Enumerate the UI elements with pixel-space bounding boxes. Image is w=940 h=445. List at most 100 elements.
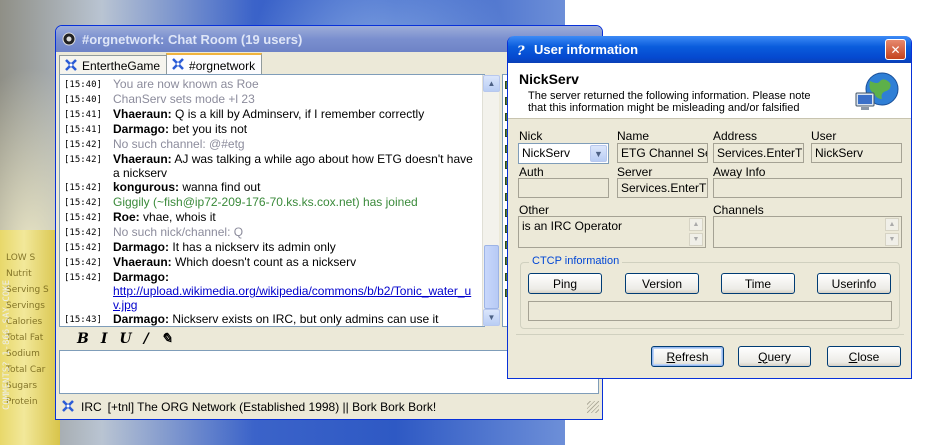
message-text: No such channel: @#etg xyxy=(113,137,245,151)
auth-field[interactable] xyxy=(518,178,609,198)
query-button[interactable]: Query xyxy=(738,346,811,367)
dialog-header: NickServ The server returned the followi… xyxy=(508,63,911,119)
pen-icon[interactable]: ✎ xyxy=(161,331,173,347)
message-nick[interactable]: Vhaeraun: xyxy=(113,152,172,166)
chat-line: [15:40] ChanServ sets mode +l 23 xyxy=(64,92,480,107)
bold-button[interactable]: B xyxy=(77,331,89,347)
message-text: It has a nickserv its admin only xyxy=(172,240,336,254)
timestamp: [15:42] xyxy=(64,183,102,193)
message-nick[interactable]: Darmago: xyxy=(113,270,169,284)
tab-orgnetwork[interactable]: #orgnetwork xyxy=(166,53,263,76)
dialog-titlebar[interactable]: ? User information ✕ xyxy=(508,36,911,63)
server-field[interactable]: Services.EnterTh xyxy=(617,178,708,198)
message-text: No such nick/channel: Q xyxy=(113,225,244,239)
timestamp: [15:42] xyxy=(64,198,102,208)
away-field[interactable] xyxy=(713,178,902,198)
close-icon[interactable]: ✕ xyxy=(885,39,906,60)
channels-field[interactable]: ▲ ▼ xyxy=(713,216,902,248)
timestamp: [15:40] xyxy=(64,80,102,90)
channels-scrollbar[interactable]: ▲ ▼ xyxy=(885,217,901,247)
chat-line: [15:42] No such channel: @#etg xyxy=(64,137,480,152)
ctcp-group-title: CTCP information xyxy=(529,255,623,267)
message-link[interactable]: http://upload.wikimedia.org/wikipedia/co… xyxy=(113,284,471,312)
message-nick[interactable]: Darmago: xyxy=(113,122,169,136)
scroll-up-icon[interactable]: ▲ xyxy=(483,75,500,92)
time-button[interactable]: Time xyxy=(721,273,795,294)
address-label: Address xyxy=(713,129,758,143)
dialog-notice: The server returned the following inform… xyxy=(528,90,811,114)
ping-button[interactable]: Ping xyxy=(528,273,602,294)
name-field[interactable]: ETG Channel Ser xyxy=(617,143,708,163)
server-label: Server xyxy=(617,165,653,179)
svg-text:?: ? xyxy=(517,44,525,57)
tab-label: EntertheGame xyxy=(82,59,161,73)
auth-label: Auth xyxy=(519,165,544,179)
other-scrollbar[interactable]: ▲ ▼ xyxy=(689,217,705,247)
ctcp-group: CTCP information Ping Version Time Useri… xyxy=(520,255,900,329)
timestamp: [15:41] xyxy=(64,110,102,120)
close-button[interactable]: Close xyxy=(827,346,901,367)
chevron-down-icon[interactable]: ▼ xyxy=(590,145,607,162)
chat-log-scrollbar[interactable]: ▲ ▼ xyxy=(482,75,500,326)
other-value: is an IRC Operator xyxy=(522,219,623,233)
tab-enterthegame[interactable]: EntertheGame xyxy=(59,55,168,76)
message-text: vhae, whois it xyxy=(143,210,216,224)
network-globe-icon xyxy=(852,69,900,118)
message-text: bet you its not xyxy=(172,122,248,136)
message-nick[interactable]: Roe: xyxy=(113,210,140,224)
away-label: Away Info xyxy=(713,165,766,179)
chat-line: [15:42] Vhaeraun: Which doesn't count as … xyxy=(64,255,480,270)
channel-icon xyxy=(171,57,185,74)
message-text: You are now known as Roe xyxy=(113,77,259,91)
timestamp: [15:42] xyxy=(64,273,102,283)
refresh-button[interactable]: Refresh xyxy=(651,346,724,367)
user-field[interactable]: NickServ xyxy=(811,143,902,163)
message-nick[interactable]: kongurous: xyxy=(113,180,179,194)
chat-log[interactable]: [15:40] You are now known as Roe [15:40] C… xyxy=(59,74,485,327)
chat-line: [15:42] kongurous: wanna find out xyxy=(64,180,480,195)
nick-select-value: NickServ xyxy=(522,146,571,160)
server-icon xyxy=(64,58,78,75)
queried-nick: NickServ xyxy=(519,71,579,87)
chat-line: [15:42] Roe: vhae, whois it xyxy=(64,210,480,225)
message-nick[interactable]: Vhaeraun: xyxy=(113,255,172,269)
userinfo-button[interactable]: Userinfo xyxy=(817,273,891,294)
bottle-side-text: COMMENTS? 1-866-SAY-COKE xyxy=(2,280,12,411)
timestamp: [15:41] xyxy=(64,125,102,135)
italic-button[interactable]: I xyxy=(101,331,108,347)
version-button[interactable]: Version xyxy=(625,273,699,294)
channel-tabs: EntertheGame #orgnetwork xyxy=(59,53,263,76)
user-label: User xyxy=(811,129,837,143)
timestamp: [15:42] xyxy=(64,213,102,223)
underline-button[interactable]: U xyxy=(119,331,131,347)
message-text: Q is a kill by Adminserv, if I remember … xyxy=(175,107,425,121)
nick-select[interactable]: NickServ ▼ xyxy=(518,143,609,164)
name-label: Name xyxy=(617,129,650,143)
timestamp: [15:42] xyxy=(64,228,102,238)
message-nick[interactable]: Darmago: xyxy=(113,240,169,254)
status-bar: IRC [+tnl] The ORG Network (Established … xyxy=(59,397,599,417)
chat-line: [15:41] Darmago: bet you its not xyxy=(64,122,480,137)
user-info-dialog: ? User information ✕ NickServ The server… xyxy=(507,36,912,379)
message-nick[interactable]: Vhaeraun: xyxy=(113,107,172,121)
timestamp: [15:42] xyxy=(64,140,102,150)
help-icon: ? xyxy=(514,43,528,57)
resize-grip-icon[interactable] xyxy=(587,401,599,413)
timestamp: [15:43] xyxy=(64,315,102,325)
scroll-down-icon[interactable]: ▼ xyxy=(483,309,500,326)
address-field[interactable]: Services.EnterTh xyxy=(713,143,804,163)
other-field[interactable]: is an IRC Operator ▲ ▼ xyxy=(518,216,706,248)
message-text: wanna find out xyxy=(182,180,261,194)
tab-label: #orgnetwork xyxy=(189,58,256,73)
chat-line: [15:42] Giggily (~fish@ip72-209-176-70.ks… xyxy=(64,195,480,210)
dialog-title-buttons: ✕ xyxy=(885,39,906,60)
network-label: IRC xyxy=(81,400,102,414)
scroll-thumb[interactable] xyxy=(484,245,499,309)
chat-line: [15:42] No such nick/channel: Q xyxy=(64,225,480,240)
color-button[interactable]: / xyxy=(144,331,149,347)
message-nick[interactable]: Darmago: xyxy=(113,312,169,326)
message-text: Nickserv exists on IRC, but only admins … xyxy=(172,312,439,326)
chat-line: [15:42] Darmago: It has a nickserv its ad… xyxy=(64,240,480,255)
timestamp: [15:42] xyxy=(64,258,102,268)
chat-window-title: #orgnetwork: Chat Room (19 users) xyxy=(82,31,303,47)
